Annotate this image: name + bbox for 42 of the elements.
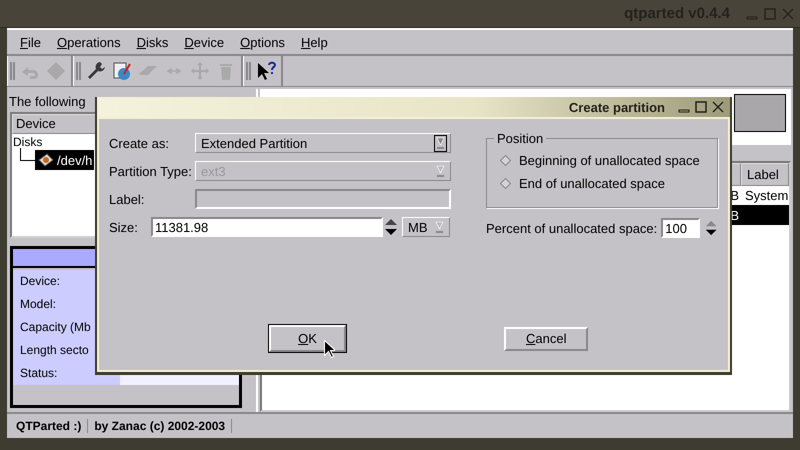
menu-item[interactable]: Disks (128, 32, 176, 52)
menu-item[interactable]: Device (176, 32, 232, 52)
mouse-pointer-icon (324, 340, 335, 358)
toolbar-grip[interactable] (246, 60, 251, 82)
drives-caption: The following (8, 93, 87, 111)
maximize-icon[interactable] (695, 101, 707, 113)
dialog-title: Create partition (568, 100, 665, 114)
tree-item-label: /dev/h (57, 152, 92, 168)
column-header[interactable]: Label (741, 163, 789, 186)
dropdown[interactable]: MB (402, 217, 450, 237)
spin-arrows-icon[interactable] (383, 217, 399, 237)
partition-block[interactable] (734, 94, 786, 132)
toolbar-grip[interactable] (76, 60, 81, 82)
radio-button[interactable] (500, 178, 511, 189)
table-cell-text: System (744, 188, 789, 202)
radio-label[interactable]: End of unallocated space (519, 176, 665, 191)
radio-label[interactable]: Beginning of unallocated space (519, 153, 700, 168)
dropdown-arrow-icon (433, 218, 446, 236)
group-title: Position (494, 131, 546, 146)
spin-arrows-icon[interactable] (704, 218, 718, 238)
menu-item[interactable]: Options (232, 32, 293, 52)
input-field[interactable]: 11381.98 (151, 217, 383, 237)
dropdown[interactable]: Extended Partition (195, 133, 451, 153)
field-label: Create as: (109, 136, 170, 150)
field-label: Partition Type: (109, 164, 193, 178)
toolbar-grip[interactable] (10, 60, 15, 82)
field-label: Label: (109, 192, 146, 206)
menu-item[interactable]: Operations (48, 32, 129, 52)
close-icon[interactable] (712, 101, 724, 113)
input-field[interactable]: 100 (661, 218, 700, 238)
whats-this-icon[interactable] (255, 60, 277, 82)
menu-item[interactable]: File (12, 32, 49, 52)
field-label: Size: (109, 220, 139, 234)
menu-item[interactable]: Help (292, 32, 336, 52)
tree-item[interactable]: /dev/h (35, 150, 94, 170)
dialog-button[interactable]: Cancel (504, 326, 588, 350)
status-text: QTParted :) (10, 419, 88, 433)
field-label: Percent of unallocated space: (486, 220, 658, 236)
radio-button[interactable] (500, 155, 511, 166)
status-text: by Zanac (c) 2002-2003 (88, 419, 232, 433)
dialog-button[interactable]: OK (269, 325, 346, 352)
disk-globe-icon[interactable] (111, 60, 133, 82)
